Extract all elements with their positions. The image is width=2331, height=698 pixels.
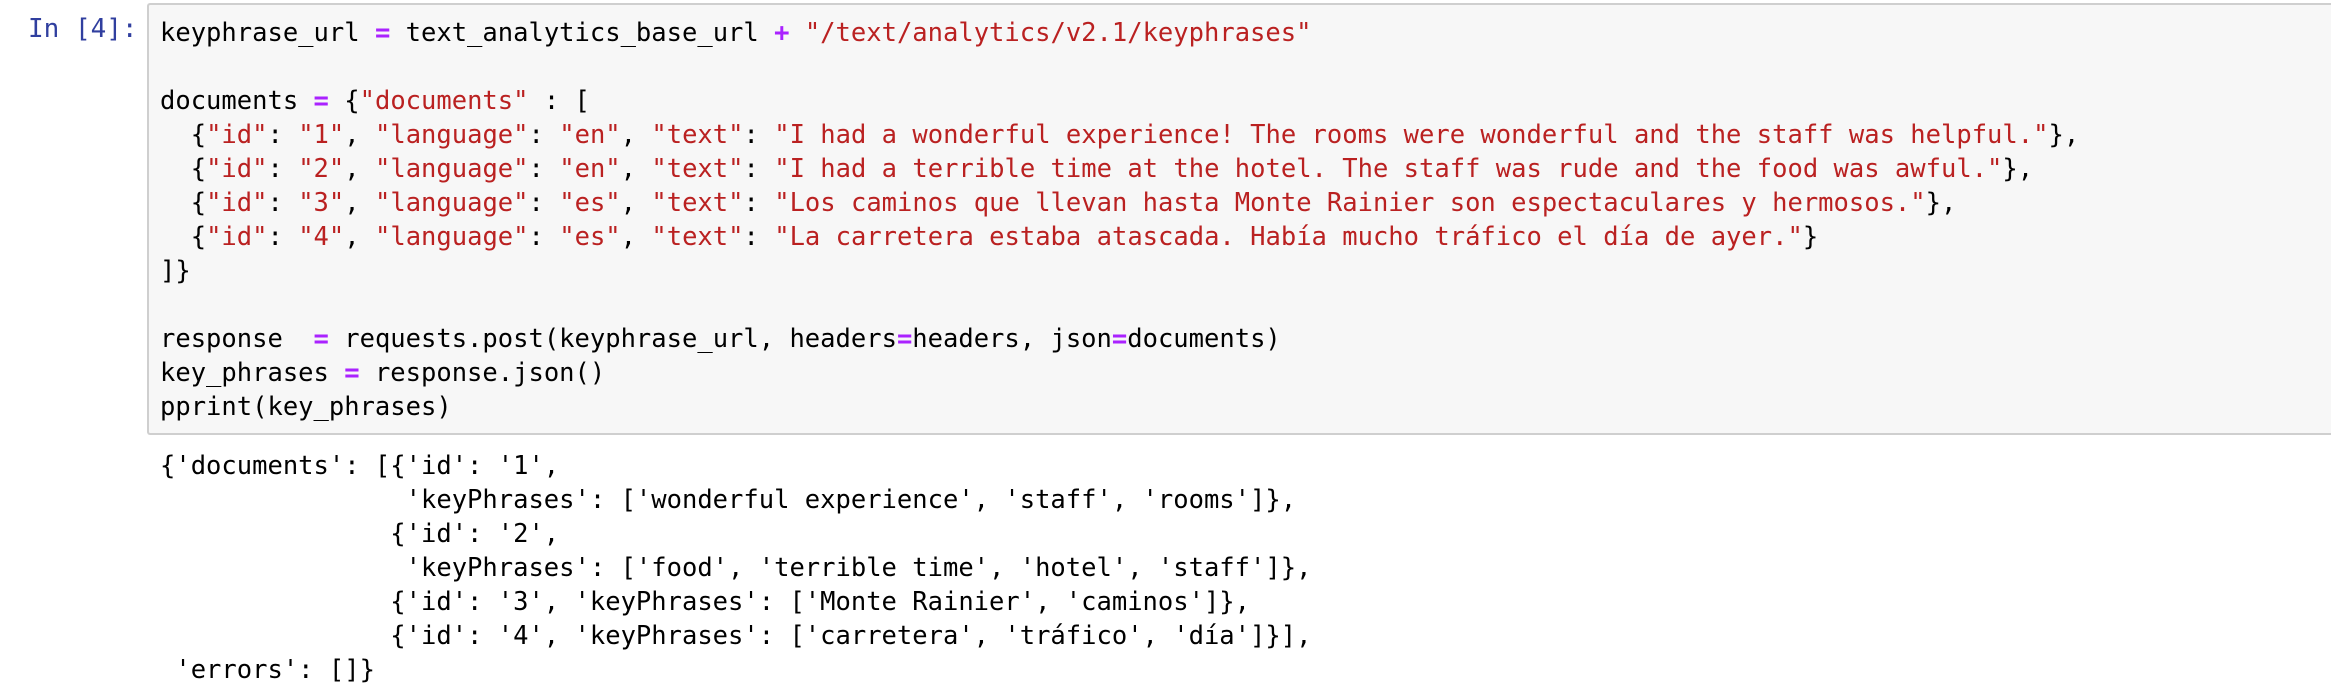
code-token: response.json(): [359, 358, 606, 388]
code-token: {: [328, 86, 360, 116]
string-token: "id": [206, 154, 268, 184]
operator-token: +: [774, 18, 790, 48]
code-token: :: [743, 120, 775, 150]
cell-output: {'documents': [{'id': '1', 'keyPhrases':…: [160, 449, 1311, 687]
code-token: {: [160, 222, 207, 252]
output-line: {'id': '4', 'keyPhrases': ['carretera', …: [160, 621, 1312, 651]
code-token: :: [743, 222, 775, 252]
code-token: : [: [528, 86, 590, 116]
code-token: {: [160, 154, 207, 184]
code-token: ,: [620, 154, 652, 184]
code-line: key_phrases = response.json(): [160, 356, 2079, 390]
code-token: :: [267, 154, 299, 184]
string-token: "/text/analytics/v2.1/keyphrases": [804, 18, 1312, 48]
string-token: "id": [206, 188, 268, 218]
code-token: key_phrases: [160, 358, 345, 388]
string-token: "I had a wonderful experience! The rooms…: [774, 120, 2049, 150]
string-token: "text": [651, 222, 744, 252]
string-token: "1": [298, 120, 345, 150]
output-line: {'documents': [{'id': '1',: [160, 451, 560, 481]
code-line: pprint(key_phrases): [160, 390, 2079, 424]
code-token: },: [1925, 188, 1957, 218]
code-token: text_analytics_base_url: [390, 18, 775, 48]
code-token: ,: [344, 222, 375, 252]
code-token: documents: [160, 86, 314, 116]
string-token: "3": [298, 188, 345, 218]
string-token: "id": [206, 222, 268, 252]
string-token: "2": [298, 154, 345, 184]
code-token: headers, json: [912, 324, 1112, 354]
code-token: keyphrase_url: [160, 18, 375, 48]
code-input[interactable]: keyphrase_url = text_analytics_base_url …: [160, 16, 2079, 424]
code-line: {"id": "4", "language": "es", "text": "L…: [160, 220, 2079, 254]
output-line: 'keyPhrases': ['food', 'terrible time', …: [160, 553, 1312, 583]
input-prompt: In [4]:: [28, 14, 138, 44]
string-token: "language": [374, 222, 529, 252]
code-token: ,: [620, 120, 652, 150]
string-token: "language": [374, 188, 529, 218]
string-token: "Los caminos que llevan hasta Monte Rain…: [774, 188, 1926, 218]
code-line: ]}: [160, 254, 2079, 288]
output-line: {'id': '2',: [160, 519, 560, 549]
operator-token: =: [344, 358, 360, 388]
code-token: :: [267, 188, 299, 218]
code-token: pprint(key_phrases): [160, 392, 452, 422]
code-line: keyphrase_url = text_analytics_base_url …: [160, 16, 2079, 50]
code-token: },: [2048, 120, 2080, 150]
code-token: documents): [1127, 324, 1281, 354]
code-line: {"id": "3", "language": "es", "text": "L…: [160, 186, 2079, 220]
code-token: },: [2002, 154, 2034, 184]
code-token: {: [160, 188, 207, 218]
code-token: :: [528, 120, 560, 150]
operator-token: =: [1111, 324, 1128, 354]
string-token: "en": [559, 120, 621, 150]
code-line: {"id": "1", "language": "en", "text": "I…: [160, 118, 2079, 152]
string-token: "text": [651, 154, 744, 184]
code-token: :: [743, 154, 775, 184]
string-token: "La carretera estaba atascada. Había muc…: [774, 222, 1803, 252]
notebook-code-cell: In [4]: keyphrase_url = text_analytics_b…: [0, 0, 2331, 698]
code-line: {"id": "2", "language": "en", "text": "I…: [160, 152, 2079, 186]
code-token: response: [160, 324, 314, 354]
output-line: {'id': '3', 'keyPhrases': ['Monte Rainie…: [160, 587, 1251, 617]
code-token: :: [267, 120, 299, 150]
code-token: }: [1802, 222, 1819, 252]
code-token: ,: [344, 120, 375, 150]
string-token: "id": [206, 120, 268, 150]
operator-token: =: [313, 324, 329, 354]
output-line: 'keyPhrases': ['wonderful experience', '…: [160, 485, 1297, 515]
string-token: "4": [298, 222, 345, 252]
code-token: ,: [344, 154, 375, 184]
code-token: requests.post(keyphrase_url, headers: [328, 324, 897, 354]
operator-token: =: [896, 324, 913, 354]
code-line: documents = {"documents" : [: [160, 84, 2079, 118]
code-token: ]}: [160, 256, 191, 286]
string-token: "I had a terrible time at the hotel. The…: [774, 154, 2003, 184]
code-token: ,: [620, 188, 652, 218]
string-token: "documents": [359, 86, 529, 116]
string-token: "language": [374, 120, 529, 150]
string-token: "en": [559, 154, 621, 184]
string-token: "es": [559, 222, 621, 252]
output-line: 'errors': []}: [160, 655, 375, 685]
code-token: :: [267, 222, 299, 252]
code-token: {: [160, 120, 207, 150]
code-token: ,: [620, 222, 652, 252]
code-token: ,: [344, 188, 375, 218]
string-token: "es": [559, 188, 621, 218]
string-token: "language": [374, 154, 529, 184]
operator-token: =: [313, 86, 329, 116]
code-line: response = requests.post(keyphrase_url, …: [160, 322, 2079, 356]
string-token: "text": [651, 188, 744, 218]
code-token: :: [528, 222, 560, 252]
code-token: :: [743, 188, 775, 218]
code-token: :: [528, 188, 560, 218]
operator-token: =: [374, 18, 391, 48]
string-token: "text": [651, 120, 744, 150]
code-token: :: [528, 154, 560, 184]
